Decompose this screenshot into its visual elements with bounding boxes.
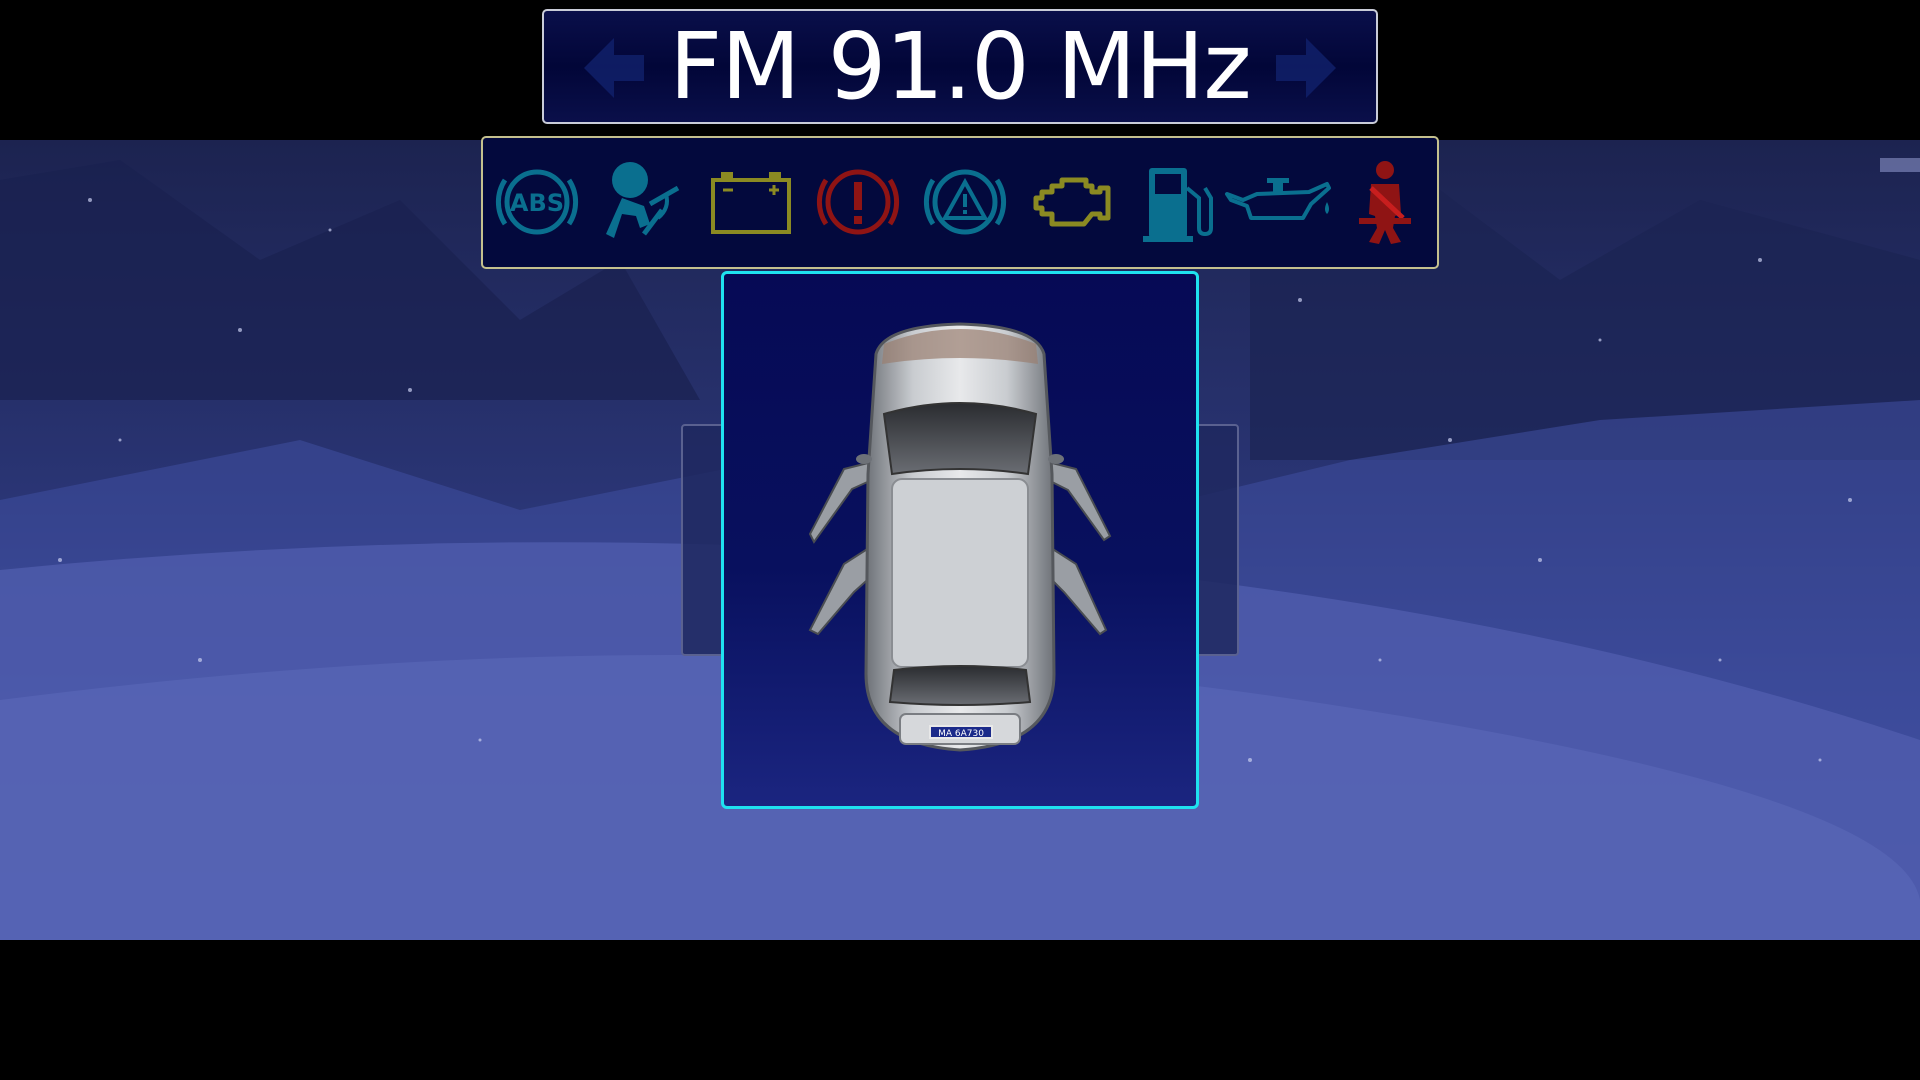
engine-check-icon	[1028, 158, 1116, 246]
radio-frequency-label: FM 91.0 MHz	[669, 13, 1251, 120]
fuel-level-icon	[1135, 158, 1223, 246]
rear-left-door	[808, 544, 876, 636]
airbag-warning-icon	[600, 158, 688, 246]
rear-right-door	[1044, 544, 1108, 636]
seatbelt-warning-icon	[1341, 158, 1429, 246]
front-right-door	[1044, 460, 1112, 542]
rear-window	[888, 665, 1032, 706]
oil-pressure-icon	[1223, 158, 1333, 246]
front-left-door	[808, 460, 876, 544]
windshield	[882, 402, 1038, 476]
svg-text:ABS: ABS	[510, 189, 564, 217]
door-panel-left-tab	[681, 424, 725, 656]
warning-lights-panel: ABS	[481, 136, 1439, 269]
hazard-warning-icon	[921, 158, 1009, 246]
car-top-view-image: MA 6A730	[808, 322, 1112, 752]
abs-warning-icon: ABS	[493, 158, 581, 246]
brake-warning-icon	[814, 158, 902, 246]
battery-warning-icon	[707, 158, 795, 246]
license-plate: MA 6A730	[938, 729, 984, 739]
right-arrow-icon[interactable]	[1271, 33, 1341, 103]
door-status-panel: MA 6A730	[721, 271, 1199, 809]
radio-frequency-display: FM 91.0 MHz	[542, 9, 1378, 124]
door-panel-right-tab	[1195, 424, 1239, 656]
